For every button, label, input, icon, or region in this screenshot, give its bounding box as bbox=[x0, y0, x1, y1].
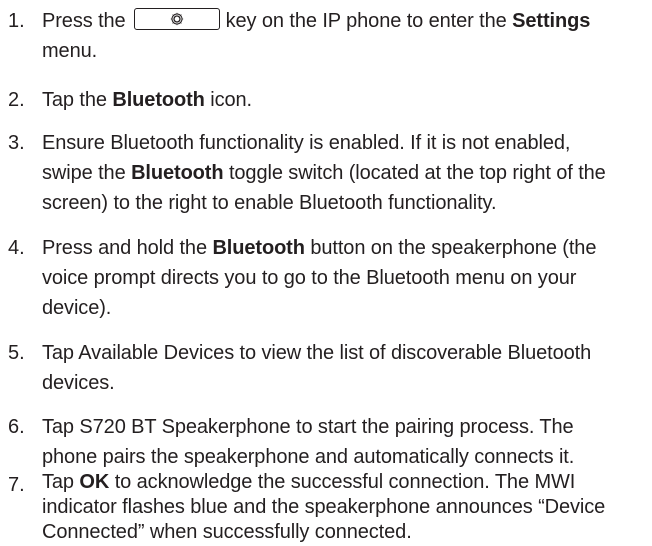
step-text: Ensure Bluetooth functionality is enable… bbox=[42, 132, 606, 214]
step-text: Tap the Bluetooth icon. bbox=[42, 89, 253, 111]
step-number: 5. bbox=[8, 342, 25, 364]
step-text: Press the key on the IP phone to enter th… bbox=[42, 6, 648, 66]
step-number: 1. bbox=[8, 10, 25, 32]
step-text: Tap S720 BT Speakerphone to start the pa… bbox=[42, 416, 575, 468]
step-text: Tap Available Devices to view the list o… bbox=[42, 342, 592, 394]
gear-key-icon bbox=[133, 7, 220, 30]
step-number: 6. bbox=[8, 416, 25, 438]
step-number: 2. bbox=[8, 89, 25, 111]
step-number: 3. bbox=[8, 132, 25, 154]
step-number: 7. bbox=[8, 474, 25, 496]
step-text: Press and hold the Bluetooth button on t… bbox=[42, 237, 597, 319]
step-text: Tap OK to acknowledge the successful con… bbox=[42, 471, 606, 543]
step-number: 4. bbox=[8, 237, 25, 259]
